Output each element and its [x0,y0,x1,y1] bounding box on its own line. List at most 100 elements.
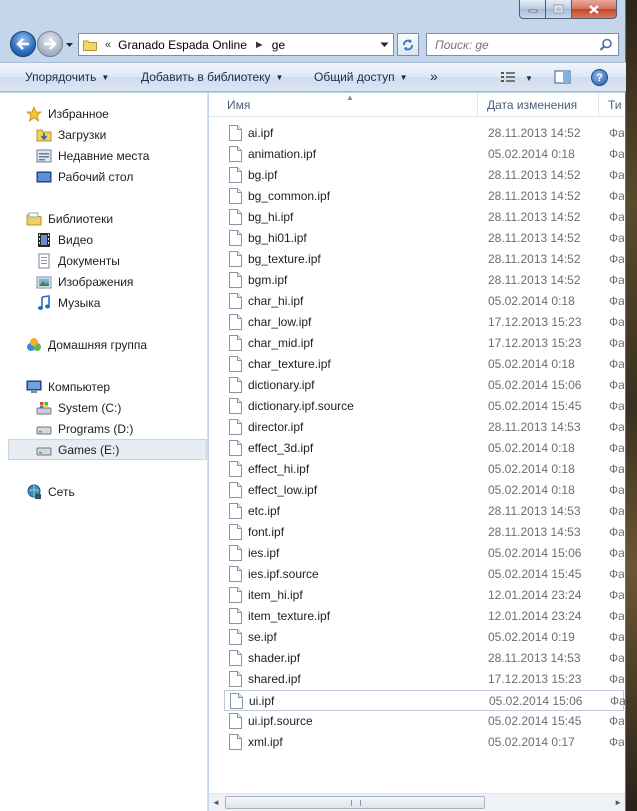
column-divider[interactable] [477,93,478,117]
forward-button[interactable] [37,31,63,57]
file-date: 05.02.2014 0:17 [488,735,575,749]
file-row[interactable]: bg_texture.ipf 28.11.2013 14:52 Фа [224,249,624,270]
file-row[interactable]: char_hi.ipf 05.02.2014 0:18 Фа [224,291,624,312]
file-row[interactable]: ai.ipf 28.11.2013 14:52 Фа [224,123,624,144]
file-date: 05.02.2014 0:18 [488,294,575,308]
file-row[interactable]: char_low.ipf 17.12.2013 15:23 Фа [224,312,624,333]
file-row[interactable]: se.ipf 05.02.2014 0:19 Фа [224,627,624,648]
file-row[interactable]: effect_hi.ipf 05.02.2014 0:18 Фа [224,459,624,480]
maximize-button[interactable] [546,0,572,19]
file-row[interactable]: ui.ipf.source 05.02.2014 15:45 Фа [224,711,624,732]
chevron-down-icon[interactable] [380,42,389,48]
column-type[interactable]: Ти [608,98,622,112]
file-icon [229,230,242,246]
file-row[interactable]: animation.ipf 05.02.2014 0:18 Фа [224,144,624,165]
file-name: shared.ipf [248,672,301,686]
file-row[interactable]: bg_hi.ipf 28.11.2013 14:52 Фа [224,207,624,228]
file-name: bgm.ipf [248,273,288,287]
file-row[interactable]: shader.ipf 28.11.2013 14:53 Фа [224,648,624,669]
file-name: ai.ipf [248,126,274,140]
file-name: char_hi.ipf [248,294,304,308]
address-bar[interactable]: « Granado Espada Online ► ge [78,33,394,56]
more-commands-button[interactable]: » [430,68,438,84]
file-name: ies.ipf.source [248,567,319,581]
back-button[interactable] [10,31,36,57]
file-row[interactable]: shared.ipf 17.12.2013 15:23 Фа [224,669,624,690]
view-dropdown-icon[interactable]: ▼ [525,74,533,83]
scroll-left-icon[interactable]: ◄ [212,798,220,807]
share-menu[interactable]: Общий доступ ▼ [314,70,408,84]
file-row[interactable]: bg_hi01.ipf 28.11.2013 14:52 Фа [224,228,624,249]
file-name: char_low.ipf [248,315,312,329]
file-icon [229,734,242,750]
file-type: Фа [609,483,624,497]
scroll-right-icon[interactable]: ► [614,798,622,807]
search-box[interactable] [426,33,619,56]
file-row[interactable]: bg.ipf 28.11.2013 14:52 Фа [224,165,624,186]
column-date[interactable]: Дата изменения [487,98,577,112]
minimize-button[interactable] [519,0,546,19]
view-options-icon[interactable] [500,70,518,84]
file-row[interactable]: effect_3d.ipf 05.02.2014 0:18 Фа [224,438,624,459]
file-icon [229,524,242,540]
add-to-library-menu[interactable]: Добавить в библиотеку ▼ [141,70,283,84]
file-row[interactable]: xml.ipf 05.02.2014 0:17 Фа [224,732,624,753]
file-icon [229,461,242,477]
address-segment-current[interactable]: ge [267,38,290,52]
file-row[interactable]: item_hi.ipf 12.01.2014 23:24 Фа [224,585,624,606]
file-name: char_mid.ipf [248,336,314,350]
file-row[interactable]: bg_common.ipf 28.11.2013 14:52 Фа [224,186,624,207]
file-name: item_texture.ipf [248,609,331,623]
search-input[interactable] [427,34,597,55]
nav-computer[interactable]: Компьютер [26,376,233,397]
file-name: dictionary.ipf [248,378,315,392]
horizontal-scrollbar[interactable]: ◄ ► [209,793,625,811]
address-segment-root[interactable]: Granado Espada Online [113,38,252,52]
file-row[interactable]: ies.ipf 05.02.2014 15:06 Фа [224,543,624,564]
nav-network[interactable]: Сеть [26,481,233,502]
file-type: Фа [609,231,624,245]
address-separator[interactable]: ► [252,39,267,51]
file-date: 05.02.2014 0:19 [488,630,575,644]
file-icon [229,272,242,288]
recent-pages-dropdown-icon[interactable] [65,40,74,49]
preview-pane-icon[interactable] [554,70,572,85]
column-name[interactable]: Имя [227,98,250,112]
file-date: 28.11.2013 14:53 [488,504,581,518]
nav-drive-e[interactable]: Games (E:) [8,439,207,460]
nav-favorites[interactable]: Избранное [26,103,233,124]
help-icon[interactable]: ? [591,69,608,86]
file-row[interactable]: bgm.ipf 28.11.2013 14:52 Фа [224,270,624,291]
file-row[interactable]: dictionary.ipf.source 05.02.2014 15:45 Фа [224,396,624,417]
file-icon [229,146,242,162]
file-icon [230,693,243,709]
file-name: ui.ipf [249,694,275,708]
file-row[interactable]: font.ipf 28.11.2013 14:53 Фа [224,522,624,543]
nav-homegroup[interactable]: Домашняя группа [26,334,233,355]
file-date: 05.02.2014 15:45 [488,567,582,581]
file-type: Фа [609,147,624,161]
nav-libraries[interactable]: Библиотеки [26,208,233,229]
libraries-icon [26,211,42,227]
address-overflow[interactable]: « [103,39,113,51]
organize-menu[interactable]: Упорядочить ▼ [25,70,109,84]
file-row[interactable]: item_texture.ipf 12.01.2014 23:24 Фа [224,606,624,627]
nav-network-label: Сеть [48,484,75,499]
search-icon[interactable] [599,38,613,52]
scrollbar-thumb[interactable] [225,796,485,809]
file-type: Фа [609,168,624,182]
file-icon [229,713,242,729]
file-row[interactable]: director.ipf 28.11.2013 14:53 Фа [224,417,624,438]
file-row[interactable]: dictionary.ipf 05.02.2014 15:06 Фа [224,375,624,396]
file-row[interactable]: ies.ipf.source 05.02.2014 15:45 Фа [224,564,624,585]
file-row[interactable]: char_mid.ipf 17.12.2013 15:23 Фа [224,333,624,354]
file-row[interactable]: char_texture.ipf 05.02.2014 0:18 Фа [224,354,624,375]
close-button[interactable] [572,0,617,19]
column-divider[interactable] [598,93,599,117]
file-row[interactable]: effect_low.ipf 05.02.2014 0:18 Фа [224,480,624,501]
file-row[interactable]: etc.ipf 28.11.2013 14:53 Фа [224,501,624,522]
arrow-left-icon [16,38,29,50]
file-date: 28.11.2013 14:52 [488,273,581,287]
file-row[interactable]: ui.ipf 05.02.2014 15:06 Фа [224,690,625,711]
refresh-button[interactable] [397,33,419,56]
